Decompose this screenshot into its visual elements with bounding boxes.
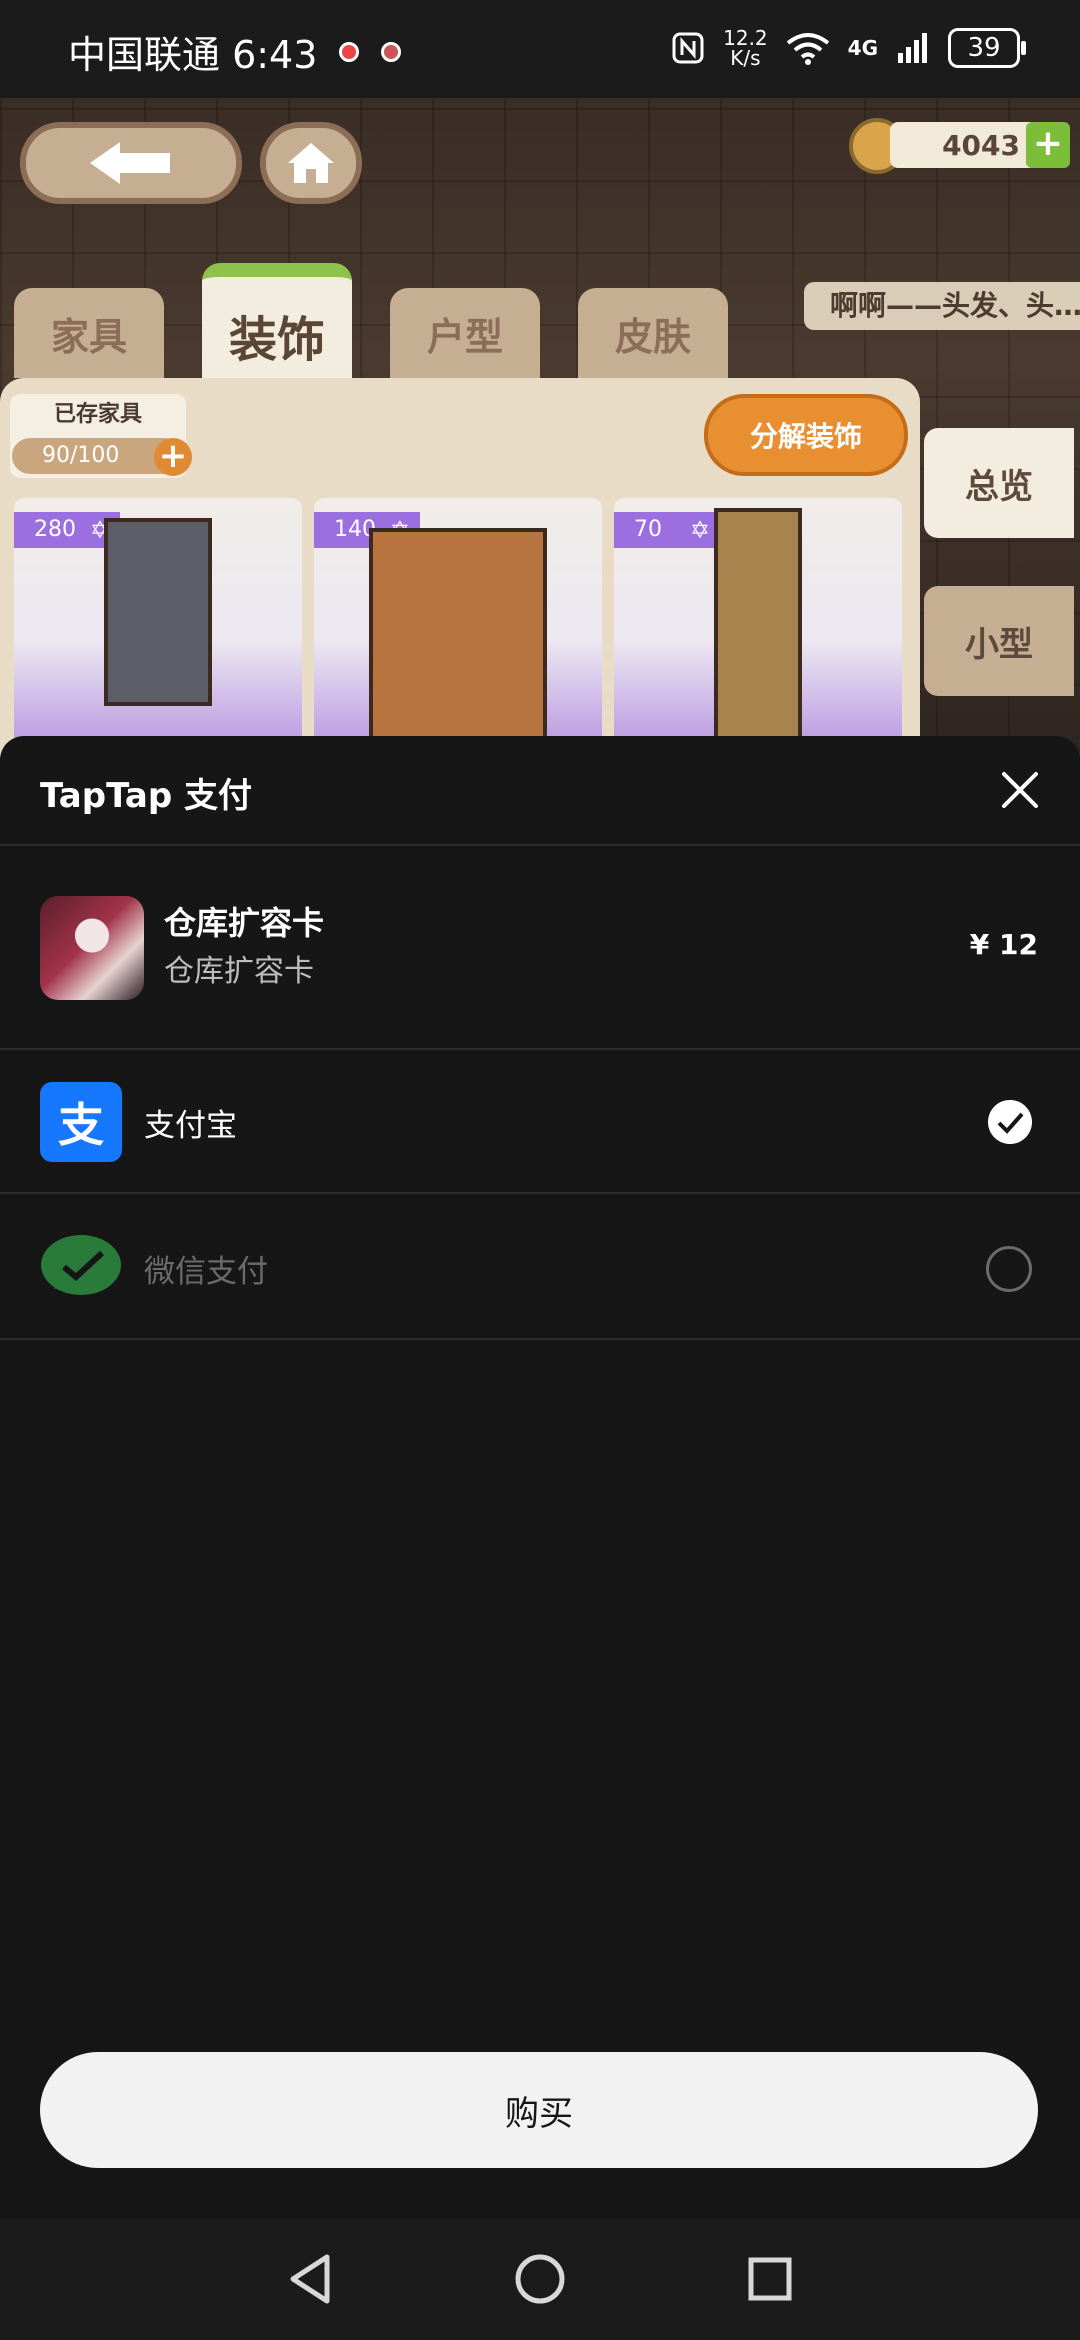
house-icon [288, 143, 334, 183]
payment-sheet: TapTap 支付 仓库扩容卡 仓库扩容卡 ¥ 12 支 支付宝 微信支付 购买 [0, 736, 1080, 2218]
status-right: 12.2 K/s 4G 39 [671, 28, 1026, 68]
furniture-image [104, 518, 212, 706]
checkmark-icon[interactable] [988, 1100, 1032, 1144]
signal-icon [898, 33, 927, 63]
wechat-icon [40, 1228, 122, 1308]
wifi-icon [786, 33, 829, 65]
payment-method-alipay[interactable]: 支 支付宝 [0, 1048, 1080, 1194]
notification-dot-icon [381, 41, 402, 62]
add-coin-button[interactable]: + [1026, 122, 1070, 168]
price-tag: 70 ✡ [614, 512, 720, 548]
status-left: 中国联通 6:43 [68, 24, 402, 79]
furniture-image [714, 508, 802, 756]
navigation-bar [0, 2218, 1080, 2340]
buy-button[interactable]: 购买 [40, 2052, 1038, 2168]
tab-decoration[interactable]: 装饰 [202, 263, 352, 392]
nfc-icon [672, 32, 704, 64]
product-description: 仓库扩容卡 [164, 954, 314, 989]
speed-unit: K/s [730, 46, 761, 70]
network-speed: 12.2 K/s [723, 28, 768, 68]
tab-furniture[interactable]: 家具 [14, 288, 164, 378]
speed-value: 12.2 [723, 26, 768, 50]
status-bar: 中国联通 6:43 12.2 K/s 4G 39 [0, 0, 1080, 98]
home-button[interactable] [260, 122, 362, 204]
payment-method-label: 支付宝 [144, 1108, 237, 1144]
battery-indicator: 39 [948, 28, 1026, 68]
coin-amount: 4043 [942, 128, 1020, 162]
stored-label: 已存家具 [53, 402, 142, 427]
product-image [40, 896, 144, 1000]
product-row: 仓库扩容卡 仓库扩容卡 ¥ 12 [0, 846, 1080, 1050]
notification-dot-icon [339, 41, 360, 62]
square-recents-icon [748, 2257, 792, 2301]
price-value: 280 [34, 517, 76, 542]
tab-layout[interactable]: 户型 [390, 288, 540, 378]
close-icon[interactable] [998, 768, 1042, 812]
side-tab-small[interactable]: 小型 [924, 586, 1074, 696]
nav-home-button[interactable] [480, 2218, 600, 2340]
back-arrow-icon [90, 142, 170, 184]
decoration-item-card[interactable]: 280 ✡ [14, 498, 302, 758]
triangle-back-icon [290, 2254, 330, 2304]
expand-storage-button[interactable]: + [154, 438, 192, 476]
game-background: 4043 + 啊啊——头发、头… 家具 装饰 户型 皮肤 总览 小型 已存家具 … [0, 98, 1080, 758]
product-name: 仓库扩容卡 [164, 904, 325, 942]
decoration-item-card[interactable]: 140 ✡ [314, 498, 602, 758]
nav-recents-button[interactable] [710, 2218, 830, 2340]
payment-method-label: 微信支付 [144, 1254, 268, 1290]
coin-balance: 4043 + [890, 122, 1070, 168]
stored-furniture-card: 已存家具 90/100 + [10, 394, 192, 478]
decoration-panel: 已存家具 90/100 + 分解装饰 280 ✡ 140 ✡ 70 ✡ [0, 378, 920, 758]
payment-method-wechat[interactable]: 微信支付 [0, 1194, 1080, 1340]
price-value: 70 [634, 517, 662, 542]
carrier-time: 中国联通 6:43 [68, 33, 318, 77]
speech-bubble: 啊啊——头发、头… [804, 282, 1080, 330]
sheet-header: TapTap 支付 [0, 736, 1080, 846]
decompose-decoration-button[interactable]: 分解装饰 [704, 394, 908, 476]
alipay-icon: 支 [40, 1082, 122, 1162]
tab-skin[interactable]: 皮肤 [578, 288, 728, 378]
circle-home-icon [515, 2254, 565, 2304]
sheet-title: TapTap 支付 [40, 776, 253, 816]
nav-back-button[interactable] [250, 2218, 370, 2340]
furniture-image [369, 528, 547, 756]
radio-unchecked-icon[interactable] [986, 1246, 1032, 1292]
product-price: ¥ 12 [969, 928, 1038, 961]
network-type: 4G [847, 36, 878, 60]
star-icon: ✡ [689, 516, 710, 544]
back-button[interactable] [20, 122, 242, 204]
side-tab-overview[interactable]: 总览 [924, 428, 1074, 538]
decoration-item-card[interactable]: 70 ✡ [614, 498, 902, 758]
